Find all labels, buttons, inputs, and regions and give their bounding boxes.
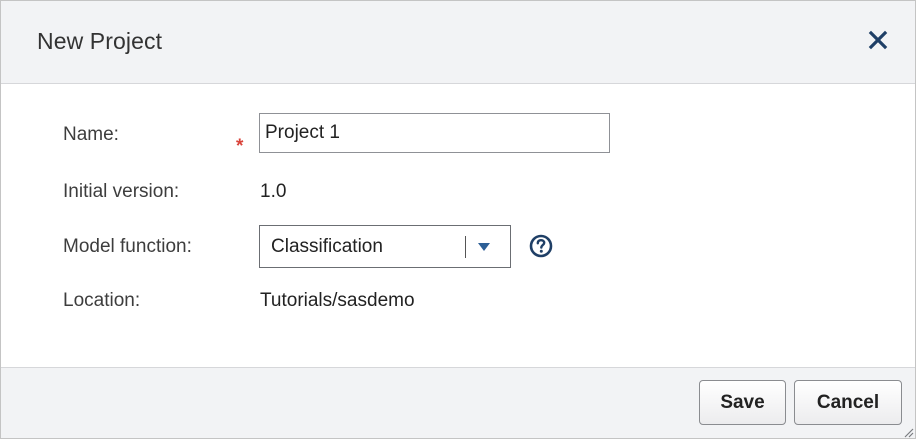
dialog-content: Name: * Initial version: 1.0 Model funct… [1, 84, 915, 367]
help-icon[interactable] [529, 234, 553, 258]
select-divider [465, 236, 466, 258]
initial-version-label: Initial version: [63, 181, 180, 202]
close-icon[interactable] [867, 29, 889, 51]
name-input[interactable] [259, 113, 610, 153]
cancel-button[interactable]: Cancel [794, 380, 902, 425]
new-project-dialog: New Project Name: * Initial version: 1.0… [0, 0, 916, 439]
initial-version-value: 1.0 [260, 181, 287, 202]
chevron-down-icon[interactable] [478, 243, 490, 251]
model-function-label: Model function: [63, 236, 192, 257]
name-label: Name: [63, 124, 119, 145]
required-marker: * [236, 136, 244, 157]
model-function-value: Classification [271, 236, 383, 257]
save-button[interactable]: Save [699, 380, 786, 425]
dialog-title: New Project [37, 28, 163, 54]
location-label: Location: [63, 290, 141, 311]
dialog-titlebar: New Project [1, 1, 915, 84]
resize-grip-icon[interactable] [902, 425, 914, 438]
model-function-select[interactable]: Classification [259, 225, 511, 268]
dialog-footer: Save Cancel [1, 367, 915, 438]
location-value: Tutorials/sasdemo [260, 290, 415, 311]
